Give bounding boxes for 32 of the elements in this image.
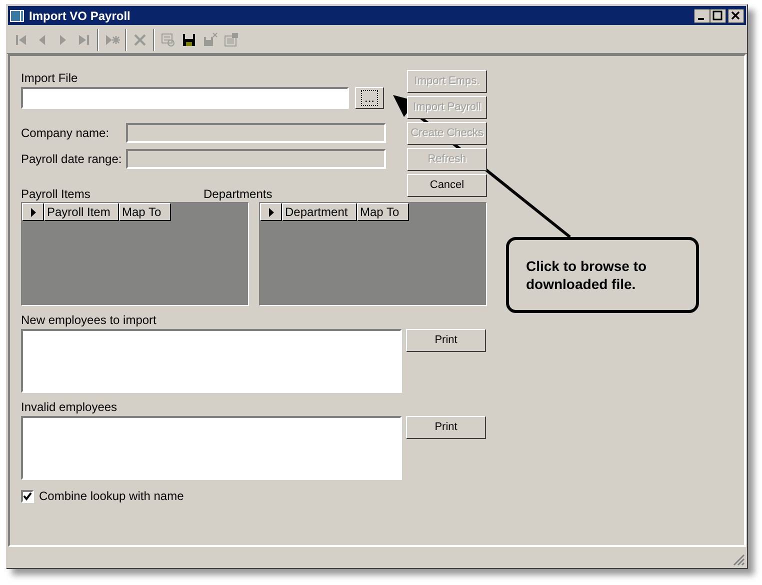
- maximize-icon[interactable]: [710, 8, 726, 22]
- employee-list[interactable]: [21, 329, 402, 393]
- minimize-icon[interactable]: [694, 8, 710, 22]
- row-indicator-icon: [30, 208, 36, 216]
- grid-title: Departments: [204, 188, 274, 200]
- list-label: Invalid employees: [21, 401, 118, 413]
- read-only-field[interactable]: [126, 149, 386, 169]
- employee-list[interactable]: [21, 416, 402, 480]
- field-label: Payroll date range:: [21, 151, 123, 168]
- app-icon: [10, 8, 26, 22]
- action-button[interactable]: Cancel: [407, 174, 487, 197]
- field-label: Company name:: [21, 125, 110, 142]
- checkbox[interactable]: [21, 490, 34, 502]
- row-indicator-icon: [268, 208, 274, 216]
- browse-button[interactable]: ...: [355, 87, 384, 109]
- import-file-label: Import File: [21, 72, 79, 84]
- window-title: Import VO Payroll: [29, 10, 130, 22]
- save-icon[interactable]: [181, 32, 197, 48]
- column-header[interactable]: Payroll Item: [44, 203, 119, 221]
- action-button[interactable]: Print: [406, 416, 486, 439]
- column-header[interactable]: Department: [282, 203, 357, 221]
- read-only-field[interactable]: [126, 123, 386, 143]
- close-icon[interactable]: [728, 8, 744, 22]
- column-header[interactable]: Map To: [119, 203, 171, 221]
- callout-text: Click to browse to downloaded file.: [526, 257, 648, 293]
- column-header[interactable]: Map To: [357, 203, 409, 221]
- grid-title: Payroll Items: [21, 188, 92, 200]
- checkbox-label: Combine lookup with name: [39, 488, 184, 505]
- list-label: New employees to import: [21, 314, 158, 326]
- action-button[interactable]: Print: [406, 329, 486, 352]
- import-file-field[interactable]: [21, 87, 349, 109]
- resize-grip-icon[interactable]: [733, 554, 745, 566]
